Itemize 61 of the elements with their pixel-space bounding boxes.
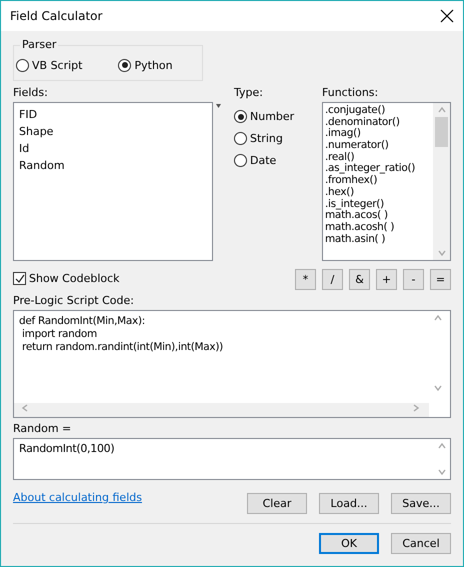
dialog-button[interactable]: Cancel xyxy=(391,533,451,554)
close-button[interactable] xyxy=(439,8,455,24)
type-radio[interactable]: Date xyxy=(234,154,322,167)
parser-radio[interactable]: Python xyxy=(118,58,173,72)
parser-radio[interactable]: VB Script xyxy=(16,58,82,72)
function-item[interactable]: .numerator() xyxy=(325,140,433,152)
chevron-right-icon[interactable] xyxy=(411,403,421,413)
operator-button[interactable]: * xyxy=(295,269,316,290)
field-item[interactable]: Shape xyxy=(19,123,212,140)
function-item[interactable]: .hex() xyxy=(325,186,433,198)
operator-button[interactable]: + xyxy=(376,269,397,290)
pre-logic-label: Pre-Logic Script Code: xyxy=(13,293,135,309)
functions-list[interactable]: .conjugate() .denominator() .imag() .numerator() .real() .as_integer_ratio() .fromhex() .hex() .is_integer() math.acos( ) math.acosh( ) math.asin( ) xyxy=(322,102,451,261)
file-button[interactable]: Clear xyxy=(247,493,307,514)
function-item[interactable]: .conjugate() xyxy=(325,105,433,117)
function-item[interactable]: .is_integer() xyxy=(325,198,433,210)
dropdown-arrow-icon[interactable] xyxy=(216,104,221,108)
show-codeblock-checkbox[interactable]: Show Codeblock xyxy=(13,272,120,285)
window-title: Field Calculator xyxy=(10,9,102,23)
function-item[interactable]: math.asin( ) xyxy=(325,234,433,246)
code-line: import random xyxy=(21,328,98,341)
functions-label: Functions: xyxy=(322,85,380,101)
scrollbar[interactable] xyxy=(433,103,450,260)
fields-list[interactable]: FID Shape Id Random xyxy=(13,102,213,261)
function-item[interactable]: .real() xyxy=(325,152,433,164)
chevron-left-icon[interactable] xyxy=(20,403,30,413)
file-button[interactable]: Save... xyxy=(391,493,451,514)
code-editor[interactable]: def RandomInt(Min,Max): import random return random.randint(int(Min),int(Max)) xyxy=(13,310,451,418)
function-item[interactable]: math.acos( ) xyxy=(325,210,433,222)
function-item[interactable]: .imag() xyxy=(325,128,433,140)
field-item[interactable]: Random xyxy=(19,157,212,174)
operator-button[interactable]: = xyxy=(430,269,451,290)
fields-label: Fields: xyxy=(13,85,49,101)
help-link[interactable]: About calculating fields xyxy=(13,491,142,504)
chevron-down-icon[interactable] xyxy=(436,248,446,258)
function-item[interactable]: .fromhex() xyxy=(325,175,433,187)
operator-button[interactable]: / xyxy=(322,269,343,290)
function-item[interactable]: .denominator() xyxy=(325,116,433,128)
chevron-down-icon[interactable] xyxy=(436,467,446,477)
type-radio[interactable]: Number xyxy=(234,110,322,123)
chevron-up-icon[interactable] xyxy=(432,313,442,323)
parser-label: Parser xyxy=(20,38,58,51)
chevron-up-icon[interactable] xyxy=(436,105,446,115)
expression-field[interactable]: RandomInt(0,100) xyxy=(13,438,451,480)
type-label: Type: xyxy=(234,85,264,101)
operator-button[interactable]: - xyxy=(403,269,424,290)
checkmark-icon xyxy=(14,274,24,284)
function-item[interactable]: .as_integer_ratio() xyxy=(325,163,433,176)
function-item[interactable]: math.acosh( ) xyxy=(325,222,433,234)
field-item[interactable]: FID xyxy=(19,106,212,123)
operator-button[interactable]: & xyxy=(349,269,370,290)
code-line: return random.randint(int(Min),int(Max)) xyxy=(21,341,224,354)
code-line: def RandomInt(Min,Max): xyxy=(19,315,146,328)
field-item[interactable]: Id xyxy=(19,140,212,157)
scrollbar-thumb[interactable] xyxy=(435,117,448,147)
type-radio[interactable]: String xyxy=(234,132,322,145)
chevron-down-icon[interactable] xyxy=(432,383,442,393)
expression-label: Random = xyxy=(13,421,72,437)
file-button[interactable]: Load... xyxy=(319,493,379,514)
dialog-button[interactable]: OK xyxy=(319,533,379,554)
chevron-up-icon[interactable] xyxy=(436,441,446,451)
